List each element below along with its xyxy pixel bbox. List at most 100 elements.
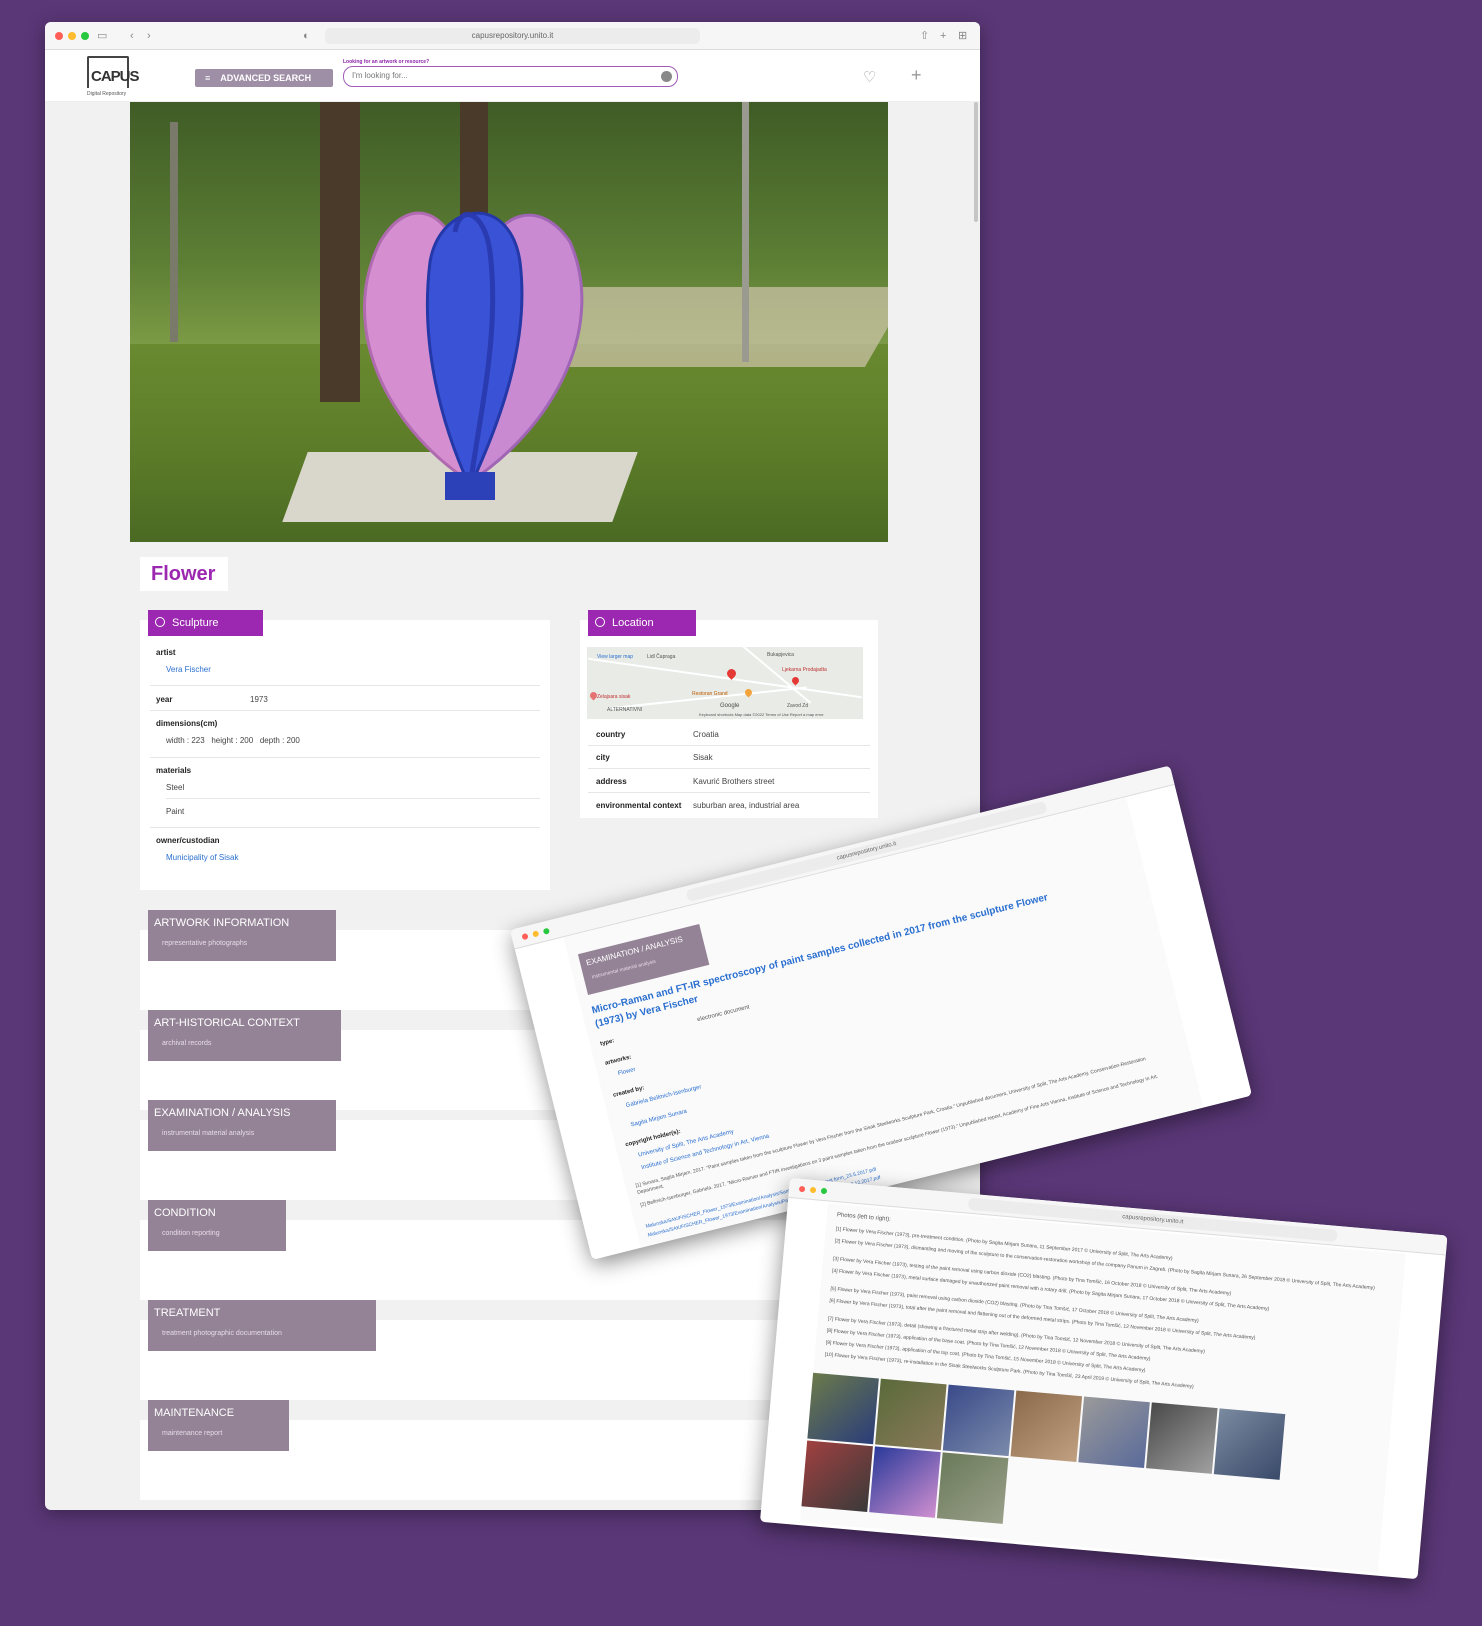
location-map[interactable]: View larger map Lidl Čapraga Bukapjevica…	[587, 647, 863, 719]
minimize-window-button[interactable]	[809, 1186, 817, 1194]
favorites-heart-icon[interactable]: ♡	[863, 68, 876, 86]
advanced-search-button[interactable]: ≡ ADVANCED SEARCH	[195, 69, 333, 87]
creator-link[interactable]: Sagita Mirjam Sunara	[630, 1109, 687, 1129]
new-tab-icon[interactable]: +	[940, 29, 946, 43]
dimensions-label: dimensions(cm)	[156, 719, 218, 728]
back-icon[interactable]: ‹	[130, 29, 134, 43]
section-title: MAINTENANCE	[154, 1407, 235, 1419]
address-value: Kavurić Brothers street	[693, 777, 775, 786]
map-place-label: Restoran Grand	[692, 691, 728, 697]
artwork-link[interactable]: Flower	[617, 1067, 636, 1077]
treatment-photos-window: capusrepository.unito.it Photos (left to…	[759, 1178, 1448, 1580]
map-place-label: Zavod Zd	[787, 703, 809, 709]
map-place-label: Zelajsara sisak	[597, 694, 631, 700]
scrollbar[interactable]	[974, 102, 978, 222]
treatment-photo-thumbnail[interactable]	[936, 1452, 1009, 1524]
section-tag[interactable]: MAINTENANCE maintenance report	[148, 1400, 289, 1451]
section-title: ART-HISTORICAL CONTEXT	[154, 1017, 300, 1029]
section-tag[interactable]: ARTWORK INFORMATION representative photo…	[148, 910, 336, 961]
map-place-label: ALTERNATIVNI	[607, 707, 643, 713]
close-window-button[interactable]	[55, 32, 63, 40]
logo-subtitle: Digital Repository	[87, 91, 127, 97]
divider	[588, 792, 870, 793]
materials-label: materials	[156, 766, 192, 775]
country-label: country	[596, 730, 626, 739]
city-value: Sisak	[693, 753, 713, 762]
reference-text: [1] Sunara, Sagita Mirjam. 2017. "Paint …	[634, 1056, 1147, 1196]
photo-lamp-post	[742, 102, 749, 362]
photos-content: Photos (left to right): [1] Flower by Ve…	[800, 1203, 1406, 1573]
divider	[150, 710, 540, 711]
add-icon[interactable]: +	[911, 65, 922, 86]
section-tag[interactable]: ART-HISTORICAL CONTEXT archival records	[148, 1010, 341, 1061]
tab-overview-icon[interactable]: ⊞	[958, 29, 967, 43]
photos-heading: Photos (left to right):	[836, 1212, 892, 1223]
search-icon[interactable]	[661, 71, 672, 82]
treatment-photo-thumbnail[interactable]	[869, 1446, 941, 1518]
treatment-photo-thumbnail[interactable]	[1213, 1408, 1286, 1480]
search-input[interactable]: I'm looking for...	[343, 66, 678, 87]
advanced-search-label: ADVANCED SEARCH	[220, 73, 312, 83]
city-label: city	[596, 753, 610, 762]
browser-toolbar: ▭ ‹ › ◐ capusrepository.unito.it ⇧ + ⊞	[45, 22, 980, 50]
treatment-photo-thumbnail[interactable]	[875, 1378, 947, 1451]
address-bar[interactable]: capusrepository.unito.it	[325, 28, 700, 44]
window-controls	[798, 1185, 828, 1195]
sidebar-icon[interactable]: ▭	[97, 29, 107, 43]
close-window-button[interactable]	[798, 1185, 806, 1193]
country-value: Croatia	[693, 730, 719, 739]
type-label: type:	[599, 1038, 616, 1048]
artist-label: artist	[156, 648, 176, 657]
created-by-label: created by:	[612, 1085, 646, 1099]
artwork-details-card: Sculpture artist Vera Fischer year 1973 …	[140, 610, 550, 890]
treatment-photo-thumbnail[interactable]	[801, 1440, 873, 1512]
capus-logo[interactable]: CAPUS Digital Repository	[87, 56, 140, 98]
treatment-photo-thumbnail[interactable]	[1078, 1396, 1150, 1468]
artwork-type-tag: Sculpture	[148, 610, 263, 636]
section-subtitle: instrumental material analysis	[162, 1130, 255, 1137]
artist-link[interactable]: Vera Fischer	[166, 665, 211, 674]
owner-label: owner/custodian	[156, 836, 220, 845]
close-window-button[interactable]	[521, 932, 529, 941]
divider	[150, 827, 540, 828]
photo-lamp-post	[170, 122, 178, 342]
minimize-window-button[interactable]	[68, 32, 76, 40]
treatment-photo-thumbnail[interactable]	[1146, 1402, 1218, 1474]
maximize-window-button[interactable]	[81, 32, 89, 40]
section-tag[interactable]: CONDITION condition reporting	[148, 1200, 286, 1251]
section-title: TREATMENT	[154, 1307, 221, 1319]
treatment-photo-thumbnail[interactable]	[942, 1384, 1015, 1457]
window-controls	[55, 32, 89, 40]
logo-text: CAPUS	[91, 68, 140, 85]
forward-icon[interactable]: ›	[147, 29, 151, 43]
minimize-window-button[interactable]	[532, 930, 540, 938]
address-label: address	[596, 777, 627, 786]
year-label: year	[156, 695, 173, 704]
owner-link[interactable]: Municipality of Sisak	[166, 853, 238, 862]
map-place-pin-icon[interactable]	[743, 687, 754, 698]
section-tag[interactable]: EXAMINATION / ANALYSIS instrumental mate…	[148, 1100, 336, 1151]
map-place-pin-icon[interactable]	[790, 675, 801, 686]
privacy-shield-icon[interactable]: ◐	[303, 29, 310, 43]
map-view-larger-link[interactable]: View larger map	[597, 654, 633, 660]
dimensions-value: width : 223 height : 200 depth : 200	[166, 736, 300, 745]
section-subtitle: archival records	[162, 1040, 212, 1047]
year-value: 1973	[250, 695, 268, 704]
window-controls	[521, 927, 551, 941]
maximize-window-button[interactable]	[820, 1187, 828, 1195]
filter-icon: ≡	[205, 73, 211, 83]
maximize-window-button[interactable]	[542, 927, 551, 935]
photo-caption: [8] Flower by Vera Fischer (1973), appli…	[826, 1327, 1151, 1363]
divider	[150, 757, 540, 758]
section-tag[interactable]: TREATMENT treatment photographic documen…	[148, 1300, 376, 1351]
map-road	[607, 686, 807, 710]
section-condition[interactable]: CONDITION condition reporting	[140, 1200, 888, 1300]
treatment-photo-thumbnail[interactable]	[807, 1372, 879, 1445]
artwork-hero-photo	[130, 102, 888, 542]
divider	[166, 798, 540, 799]
treatment-photo-thumbnail[interactable]	[1010, 1390, 1083, 1463]
map-footer: Keyboard shortcuts Map data ©2022 Terms …	[699, 712, 824, 717]
artworks-label: artworks:	[604, 1054, 633, 1067]
share-icon[interactable]: ⇧	[920, 29, 929, 43]
divider	[588, 768, 870, 769]
